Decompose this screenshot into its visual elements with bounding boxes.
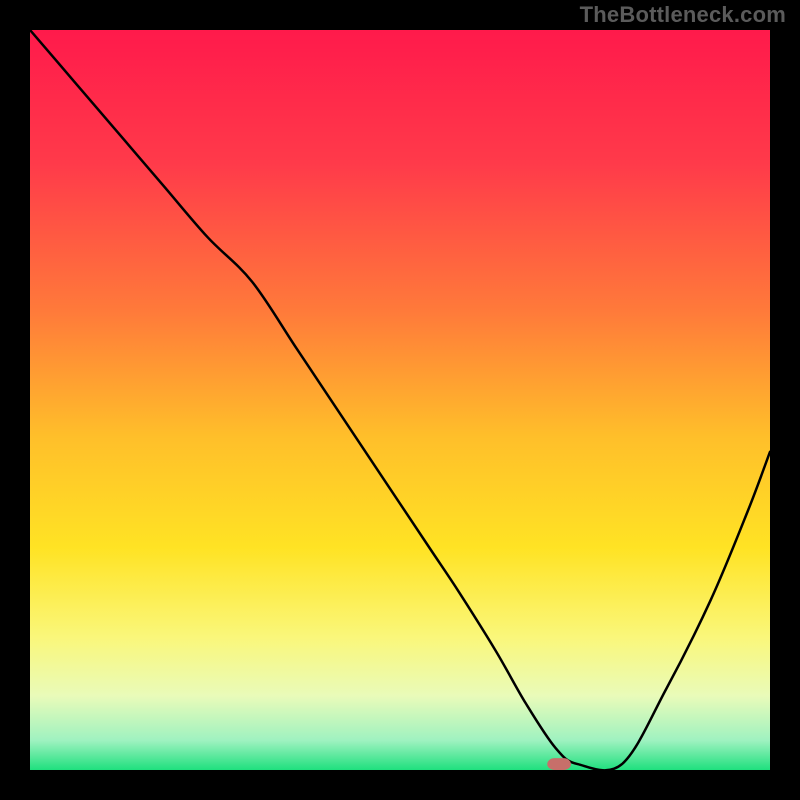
chart-frame: TheBottleneck.com [0,0,800,800]
selected-point-marker [547,758,571,770]
watermark-text: TheBottleneck.com [580,2,786,28]
plot-area [30,30,770,770]
bottleneck-chart [30,30,770,770]
gradient-background [30,30,770,770]
